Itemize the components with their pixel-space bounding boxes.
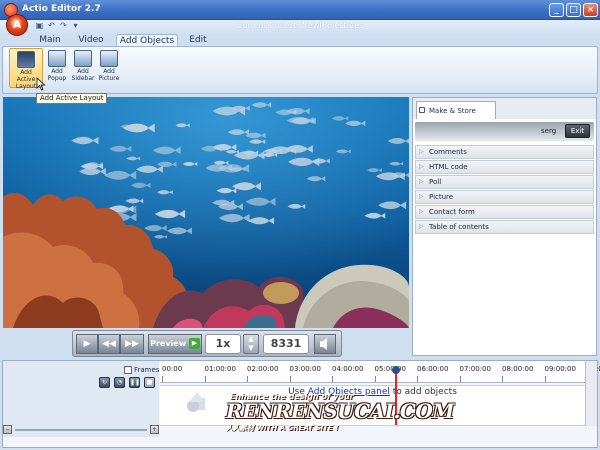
tab-make-store-content[interactable]: Make & Store Content <box>416 101 496 133</box>
picture-icon <box>100 50 118 67</box>
rewind-button[interactable]: ◀◀ <box>98 334 120 354</box>
minimize-button[interactable]: _ <box>549 3 564 17</box>
timeline-tick-label: 07:00:00 <box>459 365 491 373</box>
panel-item-label: Contact form <box>429 208 475 216</box>
timeline-tick-label: 08:00:00 <box>502 365 534 373</box>
panel-item-label: HTML code <box>429 163 468 171</box>
add-popup-label: Add Popup <box>47 68 67 82</box>
speed-spinner[interactable]: ▲ ▼ <box>243 334 259 354</box>
watermark: Enhance the design of your RENRENSUCAI.C… <box>226 392 454 433</box>
qat-dropdown-icon[interactable]: ▾ <box>72 21 79 31</box>
zoom-out-icon[interactable]: − <box>3 425 12 434</box>
watermark-tagline: Enhance the design of your <box>230 392 354 401</box>
marker-icon[interactable]: ◔ <box>114 377 125 388</box>
stop-icon[interactable]: ■ <box>144 377 155 388</box>
exit-button[interactable]: Exit <box>565 124 590 138</box>
panel-item-table-of-contents[interactable]: ▷ Table of contents <box>415 220 594 234</box>
timeline-tick-mark <box>417 376 418 382</box>
app-window: Actio Editor 2.7 _ □ × Current Project: … <box>0 0 600 450</box>
expand-arrow-icon: ▷ <box>419 223 424 230</box>
timeline-vertical-scrollbar[interactable] <box>585 361 597 426</box>
timeline-tick-mark <box>544 376 546 382</box>
timeline-tick-label: 04:00:00 <box>332 365 364 373</box>
volume-button[interactable] <box>314 334 336 354</box>
timeline-tick-mark <box>162 376 163 382</box>
tab-main[interactable]: Main <box>34 34 66 46</box>
preview-button[interactable]: Preview ▶ <box>148 334 202 354</box>
timeline-tick-mark <box>289 376 291 382</box>
panel-item-label: Poll <box>429 178 442 186</box>
timeline-tick-mark <box>247 376 248 382</box>
play-button[interactable]: ▶ <box>76 334 98 354</box>
frames-checkbox[interactable] <box>124 366 132 374</box>
frame-counter[interactable]: 8331 <box>263 334 309 354</box>
add-picture-button[interactable]: Add Picture <box>96 48 122 88</box>
expand-arrow-icon: ▷ <box>419 193 424 200</box>
timeline-tick-label: 02:00:00 <box>247 365 279 373</box>
tab-edit[interactable]: Edit <box>184 34 212 46</box>
panel-item-label: Table of contents <box>429 223 489 231</box>
project-title: Current Project: NewProject.aes <box>236 21 364 30</box>
app-menu-letter: A <box>12 18 22 31</box>
panel-tab-icon <box>419 107 425 113</box>
panel-item-comments[interactable]: ▷ Comments <box>415 145 594 159</box>
timeline-tick-label: 09:00:00 <box>544 365 576 373</box>
watermark-subtext: 人人素材 WITH A GREAT SITE ! <box>226 424 339 432</box>
username: serg <box>541 127 557 135</box>
panel-item-html-code[interactable]: ▷ HTML code <box>415 160 594 174</box>
maximize-button[interactable]: □ <box>566 3 581 17</box>
add-picture-label: Add Picture <box>98 68 120 82</box>
timeline-tick-mark <box>502 376 503 382</box>
add-sidebar-label: Add Sidebar <box>71 68 95 82</box>
app-menu-button[interactable]: A <box>6 14 28 36</box>
timeline-tick-mark <box>374 376 376 382</box>
timeline-tick-mark <box>204 376 206 382</box>
expand-arrow-icon: ▷ <box>419 208 424 215</box>
timeline-tick-label: 01:00:00 <box>204 365 236 373</box>
expand-arrow-icon: ▷ <box>419 178 424 185</box>
pause-icon[interactable]: ❚❚ <box>129 377 140 388</box>
zoom-slider[interactable]: − + <box>3 425 159 435</box>
panel-item-picture[interactable]: ▷ Picture <box>415 190 594 204</box>
panel-item-contact-form[interactable]: ▷ Contact form <box>415 205 594 219</box>
timeline-tick-label: 05:00:00 <box>374 365 406 373</box>
frames-label: Frames <box>134 366 160 374</box>
speaker-icon <box>320 338 327 350</box>
redo-icon[interactable]: ↷ <box>58 21 69 31</box>
loop-icon[interactable]: ↻ <box>99 377 110 388</box>
window-title: Actio Editor 2.7 <box>22 4 101 14</box>
timeline-ruler[interactable]: 00:00 01:00:00 02:00:00 03:00:00 04:00:00 05:… <box>160 361 600 383</box>
popup-icon <box>48 50 66 67</box>
layout-icon <box>17 51 35 68</box>
timeline-tick-mark <box>332 376 333 382</box>
timeline-tick-label: 00:00 <box>162 365 183 373</box>
timeline-tick-mark <box>459 376 461 382</box>
close-button[interactable]: × <box>583 3 598 17</box>
preview-play-icon: ▶ <box>188 338 200 349</box>
sidebar-icon <box>74 50 92 67</box>
fast-forward-button[interactable]: ▶▶ <box>120 334 144 354</box>
expand-arrow-icon: ▷ <box>419 148 424 155</box>
zoom-in-icon[interactable]: + <box>150 425 159 434</box>
playhead-handle[interactable] <box>392 366 400 374</box>
panel-item-label: Comments <box>429 148 467 156</box>
add-popup-button[interactable]: Add Popup <box>44 48 70 88</box>
add-sidebar-button[interactable]: Add Sidebar <box>70 48 96 88</box>
tab-video[interactable]: Video <box>74 34 108 46</box>
panel-item-label: Picture <box>429 193 454 201</box>
undo-icon[interactable]: ↶ <box>46 21 57 31</box>
panel-item-poll[interactable]: ▷ Poll <box>415 175 594 189</box>
mouse-cursor-icon <box>36 77 46 91</box>
preview-label: Preview <box>150 339 187 348</box>
timeline-tick-label: 06:00:00 <box>417 365 449 373</box>
save-icon[interactable]: ▣ <box>34 21 45 31</box>
timeline-tick-label: 03:00:00 <box>289 365 321 373</box>
expand-arrow-icon: ▷ <box>419 163 424 170</box>
zoom-track[interactable] <box>15 429 147 431</box>
video-preview[interactable] <box>3 97 409 328</box>
tooltip: Add Active Layout <box>36 93 108 104</box>
speed-field[interactable]: 1x <box>205 334 241 354</box>
